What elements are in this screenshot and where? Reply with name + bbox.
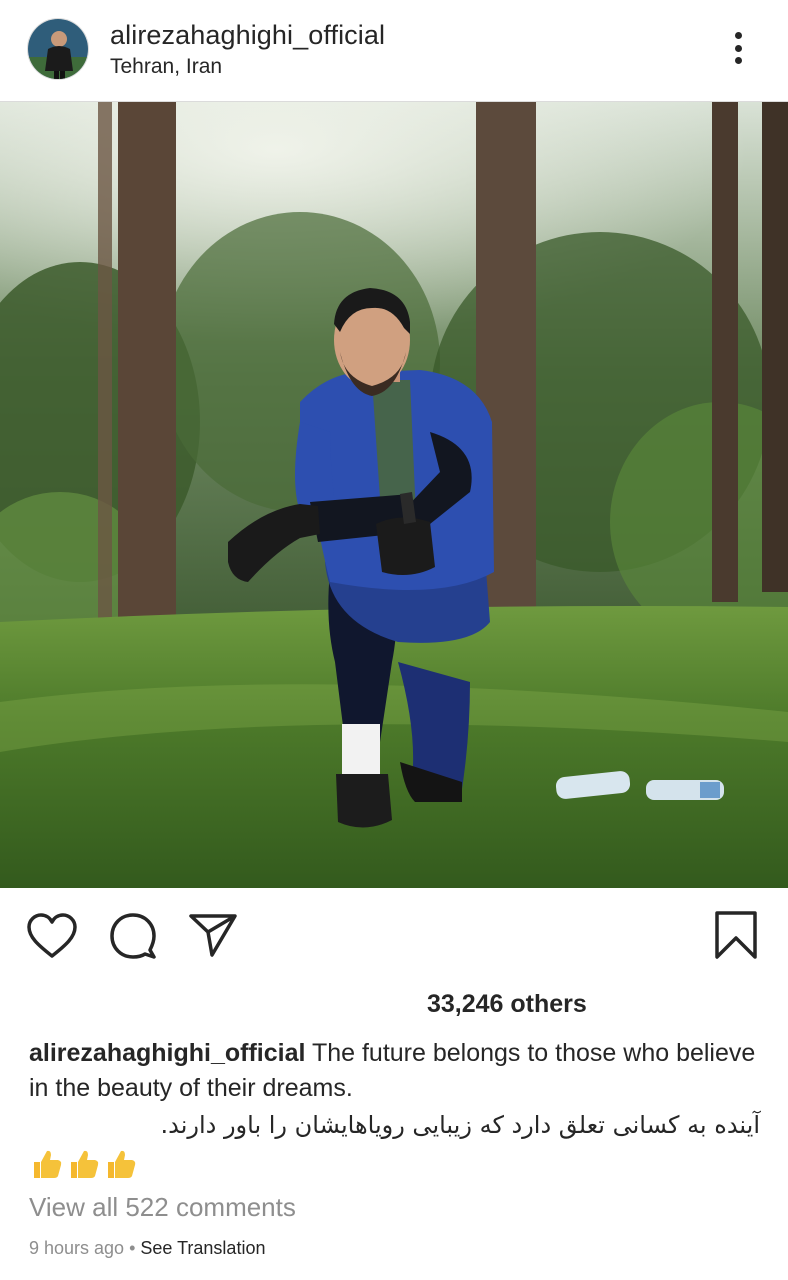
- see-translation-link[interactable]: See Translation: [140, 1238, 265, 1258]
- caption-text-persian: آینده به کسانی تعلق دارد که زیبایی رویاه…: [160, 1111, 760, 1139]
- post-photo[interactable]: [0, 102, 788, 888]
- thumbs-up-icon: [34, 1150, 62, 1178]
- more-options-button[interactable]: [720, 28, 756, 68]
- save-button[interactable]: [714, 910, 758, 960]
- meta-separator: •: [124, 1238, 141, 1258]
- send-icon: [189, 914, 237, 957]
- comment-button[interactable]: [108, 910, 158, 960]
- comment-icon: [110, 913, 156, 959]
- post-location[interactable]: Tehran, Iran: [110, 55, 222, 79]
- post-header: alirezahaghighi_official Tehran, Iran: [0, 0, 788, 102]
- post-timestamp: 9 hours ago: [29, 1238, 125, 1258]
- more-vertical-icon: [734, 32, 742, 39]
- post-meta: 9 hours ago • See Translation: [29, 1238, 265, 1259]
- view-all-comments-link[interactable]: View all 522 comments: [29, 1192, 296, 1223]
- thumbs-up-icon: [71, 1150, 99, 1178]
- post-actions: [0, 888, 788, 988]
- caption-emojis: [29, 1147, 137, 1181]
- share-button[interactable]: [188, 912, 238, 958]
- likes-count[interactable]: 33,246 others: [427, 990, 587, 1019]
- post-username[interactable]: alirezahaghighi_official: [110, 20, 385, 51]
- like-button[interactable]: [26, 912, 78, 960]
- bookmark-icon: [715, 911, 757, 959]
- heart-icon: [27, 913, 77, 958]
- thumbs-up-icon: [108, 1150, 136, 1178]
- avatar[interactable]: [27, 18, 89, 80]
- post-caption: alirezahaghighi_official The future belo…: [29, 1036, 769, 1106]
- caption-username[interactable]: alirezahaghighi_official: [29, 1039, 305, 1067]
